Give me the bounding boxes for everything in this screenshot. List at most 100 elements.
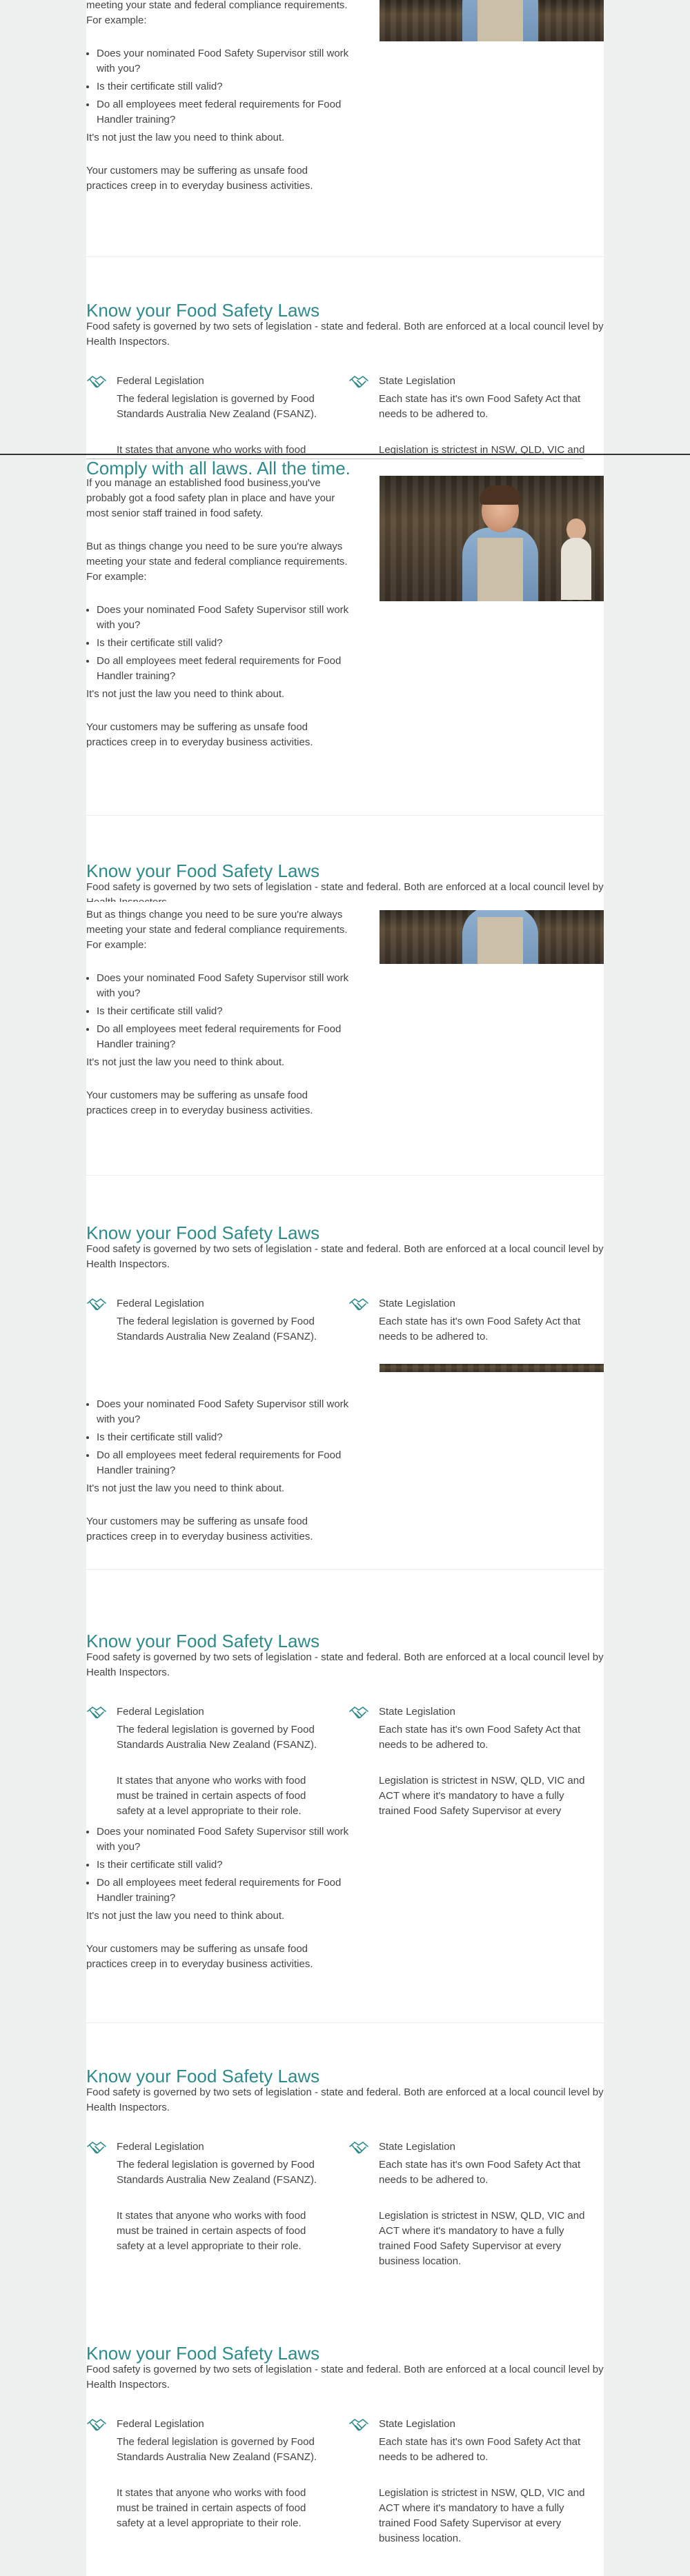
compliance-list: Does your nominated Food Safety Supervis… [86, 46, 352, 128]
handshake-icon [349, 1706, 368, 1719]
customers-text: Your customers may be suffering as unsaf… [86, 1943, 313, 1970]
list-item: Is their certificate still valid? [97, 1858, 352, 1873]
laws-title: Know your Food Safety Laws [86, 300, 320, 321]
laws-title: Know your Food Safety Laws [86, 1631, 320, 1651]
handshake-icon [87, 2141, 106, 2154]
overlap-band [0, 454, 690, 455]
compliance-text: But as things change you need to be sure… [86, 909, 348, 951]
staff-photo [379, 0, 604, 41]
law-text: It's not just the law you need to think … [86, 1910, 285, 1922]
list-item: Does your nominated Food Safety Supervis… [97, 603, 352, 633]
state-body: Each state has it's own Food Safety Act … [379, 1316, 581, 1342]
customers-text: Your customers may be suffering as unsaf… [86, 721, 313, 748]
compliance-text: meeting your state and federal complianc… [86, 0, 348, 26]
federal-body: The federal legislation is governed by F… [117, 2436, 317, 2463]
federal-label: Federal Legislation [117, 1298, 204, 1309]
federal-body-2: It states that anyone who works with foo… [117, 2487, 306, 2529]
comply-section-4: Does your nominated Food Safety Supervis… [86, 1364, 604, 1571]
list-item: Do all employees meet federal requiremen… [97, 1022, 352, 1052]
list-item: Is their certificate still valid? [97, 1430, 352, 1445]
federal-label: Federal Legislation [117, 1706, 204, 1718]
state-body: Each state has it's own Food Safety Act … [379, 393, 581, 420]
laws-title: Know your Food Safety Laws [86, 2066, 320, 2086]
staff-photo [379, 1364, 604, 1372]
state-body: Each state has it's own Food Safety Act … [379, 2159, 581, 2186]
federal-body: The federal legislation is governed by F… [117, 1724, 317, 1751]
compliance-list: Does your nominated Food Safety Supervis… [86, 603, 352, 684]
comply-section-3: But as things change you need to be sure… [86, 907, 604, 1176]
staff-photo [379, 910, 604, 964]
list-item: Does your nominated Food Safety Supervis… [97, 1824, 352, 1855]
handshake-icon [349, 2418, 368, 2431]
divider [86, 256, 604, 257]
law-text: It's not just the law you need to think … [86, 1056, 285, 1068]
divider [86, 815, 604, 816]
list-item: Do all employees meet federal requiremen… [97, 654, 352, 684]
federal-body-2: It states that anyone who works with foo… [117, 1775, 306, 1817]
staff-photo [379, 476, 604, 601]
divider [86, 1175, 604, 1176]
law-text: It's not just the law you need to think … [86, 688, 285, 700]
handshake-icon [87, 1706, 106, 1719]
list-item: Does your nominated Food Safety Supervis… [97, 971, 352, 1001]
list-item: Do all employees meet federal requiremen… [97, 97, 352, 128]
federal-body: The federal legislation is governed by F… [117, 393, 317, 420]
laws-intro: Food safety is governed by two sets of l… [86, 1243, 604, 1270]
comply-intro: If you manage an established food busine… [86, 477, 335, 519]
federal-label: Federal Legislation [117, 2418, 204, 2430]
segment-1: meeting your state and federal complianc… [86, 0, 604, 262]
handshake-icon [87, 1298, 106, 1311]
state-label: State Legislation [379, 1706, 455, 1718]
state-body-2: Legislation is strictest in NSW, QLD, VI… [379, 1775, 585, 1817]
state-label: State Legislation [379, 375, 455, 387]
state-body: Each state has it's own Food Safety Act … [379, 1724, 581, 1751]
divider [86, 1569, 604, 1570]
customers-text: Your customers may be suffering as unsaf… [86, 1516, 313, 1542]
handshake-icon [349, 375, 368, 388]
law-text: It's not just the law you need to think … [86, 132, 285, 143]
handshake-icon [349, 1298, 368, 1311]
laws-intro: Food safety is governed by two sets of l… [86, 1651, 604, 1678]
list-item: Is their certificate still valid? [97, 636, 352, 651]
laws-section-5: Know your Food Safety Laws Food safety i… [86, 2066, 604, 2293]
customers-text: Your customers may be suffering as unsaf… [86, 165, 313, 192]
divider [86, 2022, 604, 2023]
federal-body: The federal legislation is governed by F… [117, 1316, 317, 1342]
list-item: Is their certificate still valid? [97, 79, 352, 94]
laws-section-2: Know your Food Safety Laws Food safety i… [86, 861, 604, 902]
federal-label: Federal Legislation [117, 2141, 204, 2153]
list-item: Does your nominated Food Safety Supervis… [97, 46, 352, 77]
laws-intro: Food safety is governed by two sets of l… [86, 2364, 604, 2391]
laws-intro: Food safety is governed by two sets of l… [86, 321, 604, 348]
list-item: Do all employees meet federal requiremen… [97, 1875, 352, 1906]
state-label: State Legislation [379, 2141, 455, 2153]
list-item: Does your nominated Food Safety Supervis… [97, 1397, 352, 1427]
customers-text: Your customers may be suffering as unsaf… [86, 1089, 313, 1116]
laws-section-4: Know your Food Safety Laws Food safety i… [86, 1631, 604, 1996]
laws-title: Know your Food Safety Laws [86, 2343, 320, 2364]
laws-title: Know your Food Safety Laws [86, 1222, 320, 1243]
handshake-icon [87, 2418, 106, 2431]
state-label: State Legislation [379, 2418, 455, 2430]
compliance-list: Does your nominated Food Safety Supervis… [86, 1824, 352, 1906]
compliance-text: But as things change you need to be sure… [86, 541, 348, 583]
federal-body: The federal legislation is governed by F… [117, 2159, 317, 2186]
compliance-list: Does your nominated Food Safety Supervis… [86, 1397, 352, 1478]
list-item: Do all employees meet federal requiremen… [97, 1448, 352, 1478]
laws-section-3: Know your Food Safety Laws Food safety i… [86, 1222, 604, 1367]
state-body-2: Legislation is strictest in NSW, QLD, VI… [379, 2210, 585, 2267]
laws-title: Know your Food Safety Laws [86, 861, 320, 881]
laws-section-6: Know your Food Safety Laws Food safety i… [86, 2343, 604, 2576]
comply-section-2: Comply with all laws. All the time. If y… [86, 458, 604, 816]
laws-section-1: Know your Food Safety Laws Food safety i… [86, 300, 604, 455]
state-body: Each state has it's own Food Safety Act … [379, 2436, 581, 2463]
state-body-2: Legislation is strictest in NSW, QLD, VI… [379, 2487, 585, 2544]
law-text: It's not just the law you need to think … [86, 1482, 285, 1494]
laws-intro: Food safety is governed by two sets of l… [86, 881, 604, 902]
handshake-icon [87, 375, 106, 388]
state-label: State Legislation [379, 1298, 455, 1309]
handshake-icon [349, 2141, 368, 2154]
federal-body-2: It states that anyone who works with foo… [117, 2210, 306, 2252]
list-item: Is their certificate still valid? [97, 1004, 352, 1019]
laws-intro: Food safety is governed by two sets of l… [86, 2086, 604, 2113]
